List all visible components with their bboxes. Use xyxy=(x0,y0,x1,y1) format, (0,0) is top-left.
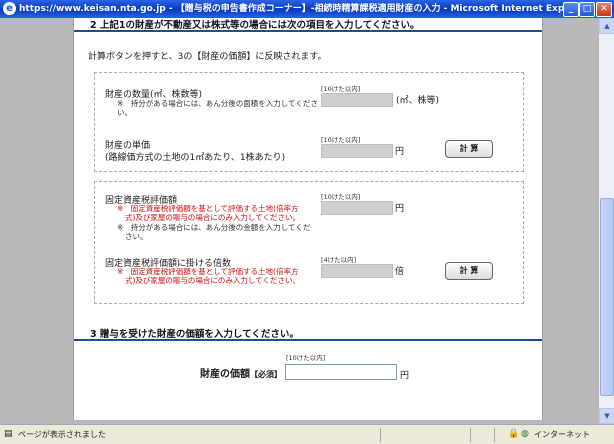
internet-explorer-icon: e xyxy=(3,2,16,15)
unit-price-limit: [10けた以内] xyxy=(321,136,361,144)
property-value-label-text: 財産の価額 xyxy=(200,369,250,380)
vertical-scrollbar[interactable]: ▲ ▼ xyxy=(599,18,614,424)
scroll-thumb[interactable] xyxy=(600,198,614,396)
calculate-button-1[interactable]: 計 算 xyxy=(445,140,493,158)
page-icon: ▤ xyxy=(4,429,13,439)
assessed-value-input[interactable] xyxy=(321,201,393,215)
section3-rule xyxy=(74,339,542,341)
quantity-input[interactable] xyxy=(321,93,393,107)
assessed-value-box: 固定資産税評価額 ※ 固定資産税評価額を基として評価する土地(倍率方 式)及び家… xyxy=(94,181,524,304)
calculate-button-2[interactable]: 計 算 xyxy=(445,262,493,280)
unit-price-unit: 円 xyxy=(395,147,405,157)
page-viewport: 2 上記1の財産が不動産又は株式等の場合には次の項目を入力してください。 計算ボ… xyxy=(0,18,599,424)
close-button[interactable]: ✕ xyxy=(596,2,612,17)
multiplier-red-note-cont: 式)及び家屋の贈与の場合にのみ入力してください。 xyxy=(125,276,300,285)
section3-heading: 3 贈与を受けた財産の価額を入力してください。 xyxy=(90,329,299,340)
scroll-down-button[interactable]: ▼ xyxy=(599,408,614,424)
assessed-value-note-cont: さい。 xyxy=(125,232,148,241)
maximize-button[interactable]: □ xyxy=(579,2,595,17)
content-panel: 2 上記1の財産が不動産又は株式等の場合には次の項目を入力してください。 計算ボ… xyxy=(73,18,543,420)
unit-price-label-sub: (路線価方式の土地の1㎡あたり、1株あたり) xyxy=(105,153,286,163)
status-text: ページが表示されました xyxy=(18,430,106,439)
quantity-unit: (㎡、株等) xyxy=(396,96,440,106)
quantity-limit: [10けた以内] xyxy=(321,85,361,93)
lock-icon: 🔒 xyxy=(508,429,520,439)
calc-instruction: 計算ボタンを押すと、3の【財産の価額】に反映されます。 xyxy=(88,52,327,62)
unit-price-input[interactable] xyxy=(321,144,393,158)
property-value-label: 財産の価額【必須】 xyxy=(200,365,282,380)
quantity-note-cont: い。 xyxy=(117,108,132,117)
status-divider xyxy=(380,428,381,442)
scroll-up-button[interactable]: ▲ xyxy=(599,18,614,34)
property-value-unit: 円 xyxy=(400,371,410,381)
globe-icon: ◍ xyxy=(521,429,529,439)
required-badge: 【必須】 xyxy=(250,370,282,379)
status-divider xyxy=(470,428,471,442)
security-zone: インターネット xyxy=(534,430,590,439)
property-value-limit: [10けた以内] xyxy=(286,354,326,362)
multiplier-unit: 倍 xyxy=(395,267,405,277)
quantity-note: ※ 持分がある場合には、あん分後の面積を入力してくださ xyxy=(117,99,318,108)
property-value-input[interactable] xyxy=(285,364,397,380)
assessed-value-red-note-cont: 式)及び家屋の贈与の場合にのみ入力してください。 xyxy=(125,213,300,222)
minimize-button[interactable]: _ xyxy=(563,2,579,17)
status-divider xyxy=(494,428,495,442)
assessed-value-limit: [10けた以内] xyxy=(321,193,361,201)
window-title-bar: e https://www.keisan.nta.go.jp - 【贈与税の申告… xyxy=(0,0,614,18)
quantity-price-box: 財産の数量(㎡、株数等) ※ 持分がある場合には、あん分後の面積を入力してくださ… xyxy=(94,72,524,172)
section2-rule xyxy=(74,30,542,32)
multiplier-limit: [4けた以内] xyxy=(321,256,357,264)
multiplier-input[interactable] xyxy=(321,264,393,278)
assessed-value-unit: 円 xyxy=(395,204,405,214)
window-title: https://www.keisan.nta.go.jp - 【贈与税の申告書作… xyxy=(19,4,589,14)
status-bar: ▤ ページが表示されました 🔒 ◍ インターネット xyxy=(0,424,614,444)
